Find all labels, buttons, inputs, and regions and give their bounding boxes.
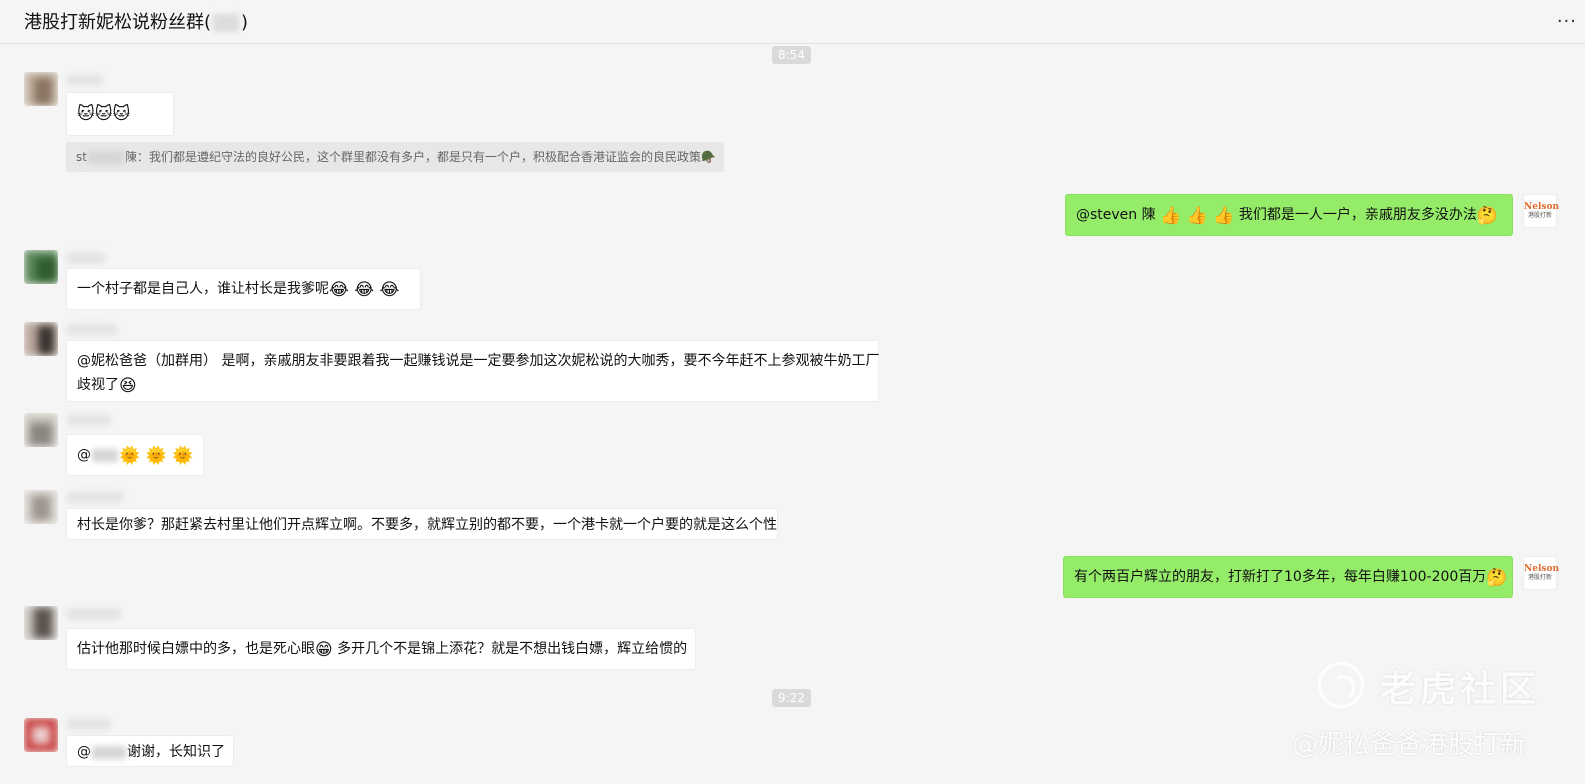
quote-text: ：我们都是遵纪守法的良好公民，这个群里都没有多户，都是只有一个户，积极配合香港证…	[136, 150, 701, 164]
quote-name-end: 陳	[124, 150, 137, 164]
member-count-masked	[213, 14, 240, 32]
cat-emoji: 🐱🐱🐱	[77, 104, 131, 124]
message-bubble[interactable]: 村长是你爹？那赶紧去村里让他们开点辉立啊。不要多，就辉立别的都不要，一个港卡就一…	[66, 508, 778, 540]
helmet-emoji: 🪖	[701, 150, 716, 164]
quoted-message[interactable]: st 陳：我们都是遵纪守法的良好公民，这个群里都没有多户，都是只有一个户，积极配合…	[66, 142, 724, 172]
my-avatar[interactable]: Nelson 港股打新	[1523, 194, 1559, 228]
grimacing-emoji: 😁	[315, 640, 333, 660]
my-message-bubble[interactable]: 有个两百户辉立的朋友，打新打了10多年，每年白赚100-200百万🤔	[1063, 556, 1513, 598]
more-options-button[interactable]: ...	[1557, 6, 1577, 27]
message-bubble[interactable]: 一个村子都是自己人，谁让村长是我爹呢😂 😂 😂	[66, 268, 421, 310]
message-text-line-2: 歧视了	[77, 377, 119, 393]
mention-text: @	[77, 744, 91, 760]
avatar-logo-text: Nelson	[1524, 564, 1559, 574]
chat-title: 港股打新妮松说粉丝群()	[24, 8, 248, 34]
watermark-handle: @妮松爸爸港股打新	[1292, 730, 1527, 760]
title-paren-close: )	[241, 12, 249, 33]
avatar[interactable]	[24, 490, 58, 524]
avatar-logo-text: Nelson	[1524, 202, 1559, 212]
watermark-brand: 老虎社区	[1380, 669, 1541, 710]
message-text: 谢谢，长知识了	[127, 744, 225, 760]
sender-name-masked	[66, 323, 118, 335]
timestamp: 9:22	[772, 689, 811, 707]
avatar-sub-text: 港股打新	[1527, 574, 1552, 581]
message-text: 有个两百户辉立的朋友，打新打了10多年，每年白赚100-200百万	[1074, 569, 1487, 585]
avatar[interactable]	[24, 322, 58, 356]
avatar-sub-text: 港股打新	[1527, 212, 1552, 219]
avatar[interactable]	[24, 72, 58, 106]
my-message-bubble[interactable]: @steven 陳 👍 👍 👍 我们都是一人一户，亲戚朋友多没办法🤔	[1065, 194, 1513, 236]
thinking-emoji: 🤔	[1486, 568, 1508, 588]
message-bubble[interactable]: @ 🌞 🌞 🌞	[66, 434, 204, 476]
avatar[interactable]	[24, 250, 58, 284]
sender-name-masked	[66, 491, 124, 503]
chat-header: 港股打新妮松说粉丝群() ...	[0, 0, 1585, 44]
mention-name-masked	[92, 448, 118, 462]
sender-name-masked	[66, 608, 122, 620]
sender-name-masked	[66, 718, 112, 730]
avatar[interactable]	[24, 606, 58, 640]
message-bubble[interactable]: 估计他那时候白嫖中的多，也是死心眼😁 多开几个不是锦上添花？就是不想出钱白嫖，辉…	[66, 628, 696, 670]
avatar[interactable]	[24, 413, 58, 447]
message-text-line-1: @妮松爸爸（加群用） 是啊，亲戚朋友非要跟着我一起赚钱说是一定要参加这次妮松说的…	[77, 353, 880, 369]
message-text-continued: 多开几个不是锦上添花？就是不想出钱白嫖，辉立给惯的	[332, 641, 688, 657]
sender-name-masked	[66, 74, 104, 86]
mention-text: @	[77, 447, 91, 463]
message-bubble[interactable]: @妮松爸爸（加群用） 是啊，亲戚朋友非要跟着我一起赚钱说是一定要参加这次妮松说的…	[66, 340, 879, 402]
message-text: 估计他那时候白嫖中的多，也是死心眼	[77, 641, 315, 657]
chat-title-text: 港股打新妮松说粉丝群	[24, 12, 204, 33]
timestamp: 8:54	[772, 46, 811, 64]
mention-text: @steven 陳	[1076, 207, 1161, 223]
sender-name-masked	[66, 414, 112, 426]
sun-emoji: 🌞 🌞 🌞	[119, 446, 194, 466]
avatar[interactable]	[24, 718, 58, 752]
message-text: 村长是你爹？那赶紧去村里让他们开点辉立啊。不要多，就辉立别的都不要，一个港卡就一…	[77, 517, 777, 533]
message-bubble[interactable]: @ 谢谢，长知识了	[66, 735, 234, 767]
message-text: 一个村子都是自己人，谁让村长是我爹呢	[77, 281, 329, 297]
laughing-tears-emoji: 😂 😂 😂	[329, 280, 400, 300]
quote-name-masked	[87, 151, 124, 164]
tiger-community-logo-icon	[1318, 662, 1364, 708]
my-avatar[interactable]: Nelson 港股打新	[1523, 556, 1559, 590]
grinning-emoji: 😆	[119, 376, 137, 396]
message-bubble[interactable]: 🐱🐱🐱	[66, 92, 174, 136]
sender-name-masked	[66, 252, 106, 264]
quote-name-start: st	[76, 150, 87, 164]
thinking-emoji: 🤔	[1476, 206, 1499, 226]
thumbs-up-emoji: 👍 👍 👍	[1160, 206, 1235, 226]
mention-name-masked	[92, 745, 126, 759]
message-text: 我们都是一人一户，亲戚朋友多没办法	[1234, 207, 1477, 223]
title-paren-open: (	[204, 12, 212, 33]
